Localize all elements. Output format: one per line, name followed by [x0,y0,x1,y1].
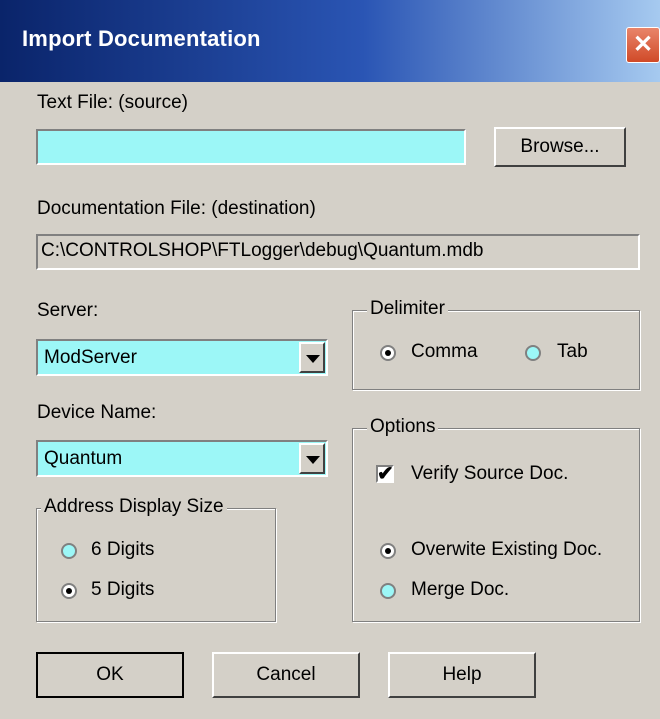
verify-source-checkbox[interactable]: ✔ [376,463,394,485]
five-digits-label[interactable]: 5 Digits [91,579,154,601]
address-display-size-title: Address Display Size [41,496,227,518]
delimiter-group: Delimiter Comma Tab [352,298,640,390]
verify-source-label[interactable]: Verify Source Doc. [411,463,568,485]
server-select[interactable]: ModServer [36,339,328,376]
six-digits-label[interactable]: 6 Digits [91,539,154,561]
chevron-down-icon[interactable] [299,443,325,474]
five-digits-radio[interactable] [61,583,77,599]
device-selected-value: Quantum [44,448,123,469]
chevron-down-icon[interactable] [299,342,325,373]
checkmark-icon: ✔ [377,463,394,485]
text-file-field[interactable] [36,129,466,165]
merge-radio[interactable] [380,583,396,599]
window-title: Import Documentation [22,26,261,51]
server-label: Server: [37,300,99,321]
comma-label[interactable]: Comma [411,341,478,363]
tab-label[interactable]: Tab [557,341,588,363]
address-display-size-group: Address Display Size 6 Digits 5 Digits [36,496,276,622]
comma-radio[interactable] [380,345,396,361]
close-button[interactable]: ✕ [626,27,660,63]
options-group: Options ✔ Verify Source Doc. Overwite Ex… [352,416,640,622]
tab-radio[interactable] [525,345,541,361]
ok-button[interactable]: OK [36,652,184,698]
overwrite-radio[interactable] [380,543,396,559]
documentation-file-field: C:\CONTROLSHOP\FTLogger\debug\Quantum.md… [36,234,640,270]
cancel-button[interactable]: Cancel [212,652,360,698]
delimiter-group-title: Delimiter [367,298,448,320]
close-icon: ✕ [632,31,654,58]
device-name-select[interactable]: Quantum [36,440,328,477]
import-documentation-dialog: Import Documentation ✕ Text File: (sourc… [0,0,660,719]
text-file-label: Text File: (source) [37,92,188,113]
server-selected-value: ModServer [44,347,137,368]
device-name-label: Device Name: [37,402,157,423]
merge-label[interactable]: Merge Doc. [411,579,509,601]
options-group-title: Options [367,416,439,438]
title-bar[interactable]: Import Documentation ✕ [0,0,660,82]
overwrite-label[interactable]: Overwite Existing Doc. [411,539,602,561]
six-digits-radio[interactable] [61,543,77,559]
browse-button[interactable]: Browse... [494,127,626,167]
help-button[interactable]: Help [388,652,536,698]
text-file-input[interactable] [38,131,464,163]
documentation-file-label: Documentation File: (destination) [37,198,316,219]
